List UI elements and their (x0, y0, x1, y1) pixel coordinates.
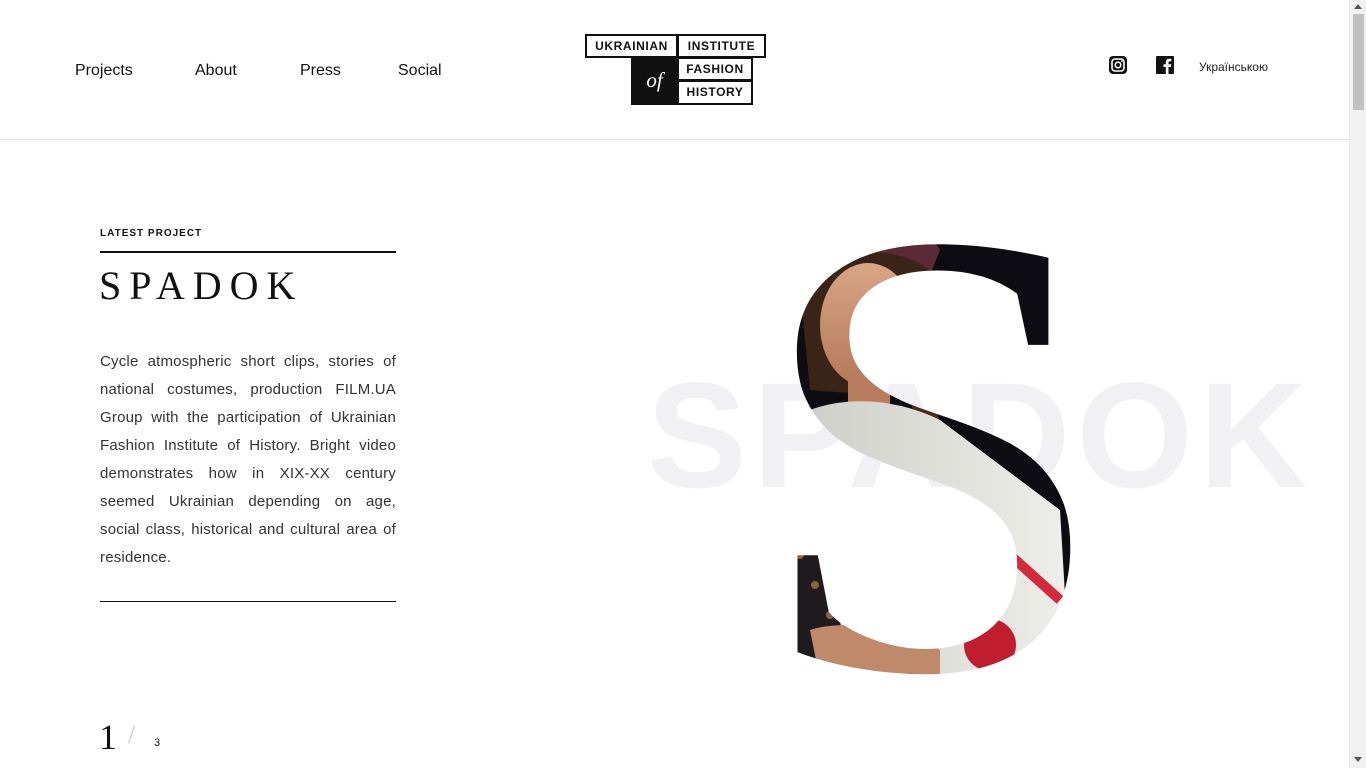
facebook-icon[interactable] (1156, 56, 1174, 74)
logo-history: HISTORY (677, 80, 753, 105)
instagram-icon[interactable] (1109, 56, 1127, 74)
site-header: Projects About Press Social UKRAINIAN IN… (0, 0, 1349, 140)
hero-image[interactable]: S SPADOK (640, 180, 1320, 680)
description-rule (100, 601, 396, 602)
nav-press[interactable]: Press (300, 61, 341, 81)
logo-ukrainian: UKRAINIAN (585, 34, 678, 58)
logo-fashion: FASHION (677, 57, 753, 81)
project-title[interactable]: SPADOK (99, 262, 303, 309)
page: Projects About Press Social UKRAINIAN IN… (0, 0, 1349, 768)
logo-institute: INSTITUTE (677, 34, 766, 58)
language-switch[interactable]: Українською (1199, 60, 1268, 74)
logo-of: of (631, 57, 678, 105)
slide-current: 1 (99, 717, 117, 757)
nav-social[interactable]: Social (398, 61, 442, 81)
slide-separator: / (128, 720, 136, 749)
latest-project-label: LATEST PROJECT (100, 228, 203, 239)
scroll-up-arrow-icon[interactable] (1354, 4, 1362, 9)
title-rule (100, 251, 396, 253)
site-logo[interactable]: UKRAINIAN INSTITUTE of FASHION HISTORY (585, 34, 766, 106)
nav-projects[interactable]: Projects (75, 61, 133, 81)
scrollbar[interactable] (1349, 0, 1366, 768)
nav-about[interactable]: About (195, 61, 237, 81)
slide-total: 3 (154, 737, 161, 749)
scrollbar-thumb[interactable] (1353, 14, 1364, 110)
project-description: Cycle atmospheric short clips, stories o… (100, 353, 396, 566)
scroll-down-arrow-icon[interactable] (1354, 757, 1362, 762)
